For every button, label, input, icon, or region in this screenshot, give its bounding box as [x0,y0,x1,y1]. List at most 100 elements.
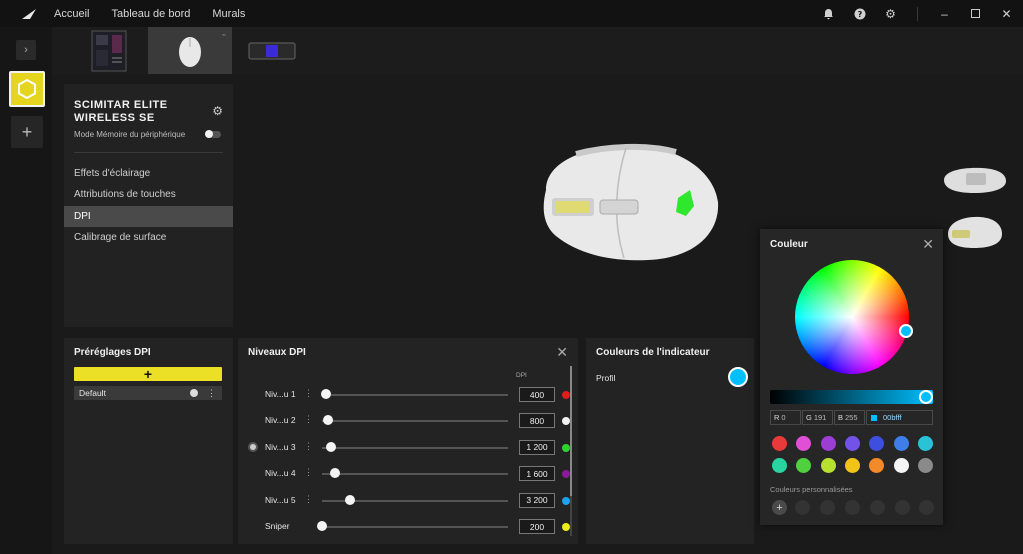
dpi-value-field[interactable]: 3 200 [519,492,555,508]
dpi-level-color-dot[interactable] [562,470,570,479]
dpi-slider-track[interactable] [322,526,508,528]
memory-mode-toggle[interactable] [205,130,221,138]
color-wheel-handle[interactable] [899,324,913,338]
custom-color-slot[interactable] [820,500,835,515]
custom-color-slot[interactable] [845,500,860,515]
nav-dashboard[interactable]: Tableau de bord [111,8,190,20]
maximize-icon[interactable] [969,7,982,20]
preset-color-swatch[interactable] [772,436,787,451]
device-mouse[interactable]: ⌁ [148,27,232,74]
preset-color-swatch[interactable] [869,458,885,473]
dpi-level-color-dot[interactable] [562,443,570,452]
dpi-level-color-dot[interactable] [562,496,570,505]
device-motherboard[interactable] [74,27,144,74]
minimize-icon[interactable]: – [938,7,951,21]
custom-color-slot[interactable] [795,500,810,515]
dpi-level-color-dot[interactable] [562,523,570,531]
drag-handle-icon[interactable]: ⋮ [304,494,313,505]
preset-color-swatch[interactable] [820,458,836,473]
menu-item-dpi[interactable]: DPI [64,206,233,227]
preset-color-swatch[interactable] [844,458,860,473]
dpi-value-field[interactable]: 200 [519,519,555,534]
custom-color-slot[interactable] [919,500,934,515]
dpi-slider-handle[interactable] [317,521,327,531]
add-custom-color-button[interactable]: + [772,500,787,515]
drag-handle-icon[interactable]: ⋮ [304,441,313,452]
dpi-levels-panel: Niveaux DPI ✕ DPI Niv...u 1 ⋮ 400 Niv...u 2… [238,338,578,544]
dpi-slider-handle[interactable] [344,494,355,505]
dpi-slider-handle[interactable] [322,415,333,426]
hex-field[interactable]: 00bfff [866,410,933,425]
preset-color-swatch[interactable] [772,458,787,473]
dpi-level-color-dot[interactable] [562,417,570,426]
close-icon[interactable]: ✕ [1000,7,1013,21]
custom-color-slot[interactable] [895,500,910,515]
preset-item[interactable]: Default ⋮ [74,386,222,400]
dpi-level-row[interactable]: Niv...u 5 ⋮ 3 200 [238,492,578,510]
expand-rail-button[interactable]: › [16,40,36,60]
profile-tile[interactable] [9,71,45,107]
dpi-value-field[interactable]: 400 [519,387,555,402]
gear-icon[interactable]: ⚙ [884,7,897,21]
color-wheel[interactable] [795,260,909,374]
drag-handle-icon[interactable]: ⋮ [304,388,313,399]
scroll-thumb[interactable] [570,366,572,496]
dpi-slider-track[interactable] [322,473,508,476]
nav-murals[interactable]: Murals [212,8,245,20]
dpi-slider-track[interactable] [322,446,508,449]
menu-item-key-assignments[interactable]: Attributions de touches [64,184,233,205]
preset-color-swatch[interactable] [893,458,909,473]
red-field[interactable]: R 0 [770,410,801,425]
mouse-side-view-thumbnail-2[interactable] [944,214,1004,250]
dpi-value-field[interactable]: 1 600 [519,466,555,482]
help-icon[interactable]: ? [853,7,866,20]
preset-color-swatch[interactable] [820,436,836,451]
memory-mode-label: Mode Mémoire du périphérique [74,130,186,139]
blue-value: 255 [845,413,858,422]
preset-color-swatch[interactable] [869,436,885,451]
scrollbar[interactable] [570,366,572,536]
bell-icon[interactable] [822,7,835,20]
green-field[interactable]: G 191 [802,410,833,425]
mouse-render-image [543,143,719,261]
preset-color-swatch[interactable] [796,458,812,473]
dpi-value-field[interactable]: 1 200 [519,439,555,455]
more-options-icon[interactable]: ⋮ [207,386,216,400]
dpi-slider-handle[interactable] [330,468,341,479]
close-icon[interactable]: ✕ [556,344,568,361]
dpi-level-row[interactable]: Niv...u 3 ⋮ 1 200 [238,439,578,457]
close-icon[interactable]: ✕ [922,236,934,253]
preset-color-swatch[interactable] [917,458,933,473]
dpi-slider-track[interactable] [322,394,508,396]
device-settings-gear-icon[interactable]: ⚙ [212,104,223,118]
dpi-level-row[interactable]: Niv...u 2 ⋮ 800 [238,412,578,430]
device-cooler[interactable] [242,27,302,74]
red-label: R [774,413,780,422]
dpi-slider-handle[interactable] [326,441,337,452]
brightness-slider-handle[interactable] [919,390,933,404]
add-preset-button[interactable]: + [74,366,222,382]
preset-color-swatch[interactable] [796,436,812,451]
brightness-slider[interactable] [770,390,933,404]
menu-item-lighting[interactable]: Effets d'éclairage [64,163,233,184]
menu-item-surface-calibration[interactable]: Calibrage de surface [64,227,233,248]
custom-color-slot[interactable] [870,500,885,515]
dpi-level-row[interactable]: Niv...u 4 ⋮ 1 600 [238,465,578,483]
nav-home[interactable]: Accueil [54,8,89,20]
dpi-slider-handle[interactable] [320,389,331,399]
preset-color-swatch[interactable] [844,436,860,451]
dpi-level-color-dot[interactable] [562,391,570,399]
drag-handle-icon[interactable]: ⋮ [304,467,313,478]
mouse-side-view-thumbnail[interactable] [942,165,1008,195]
device-strip: ⌁ [52,27,1023,74]
drag-handle-icon[interactable]: ⋮ [304,414,313,425]
dpi-level-row[interactable]: Niv...u 1 ⋮ 400 [238,386,578,404]
dpi-slider-track[interactable] [322,420,508,423]
add-profile-button[interactable]: + [11,116,43,148]
dpi-value-field[interactable]: 800 [519,413,555,429]
preset-color-swatch[interactable] [917,436,933,451]
dpi-level-row[interactable]: Sniper 200 [238,518,578,536]
profile-color-swatch[interactable] [728,367,748,387]
blue-field[interactable]: B 255 [834,410,865,425]
preset-color-swatch[interactable] [893,436,909,451]
